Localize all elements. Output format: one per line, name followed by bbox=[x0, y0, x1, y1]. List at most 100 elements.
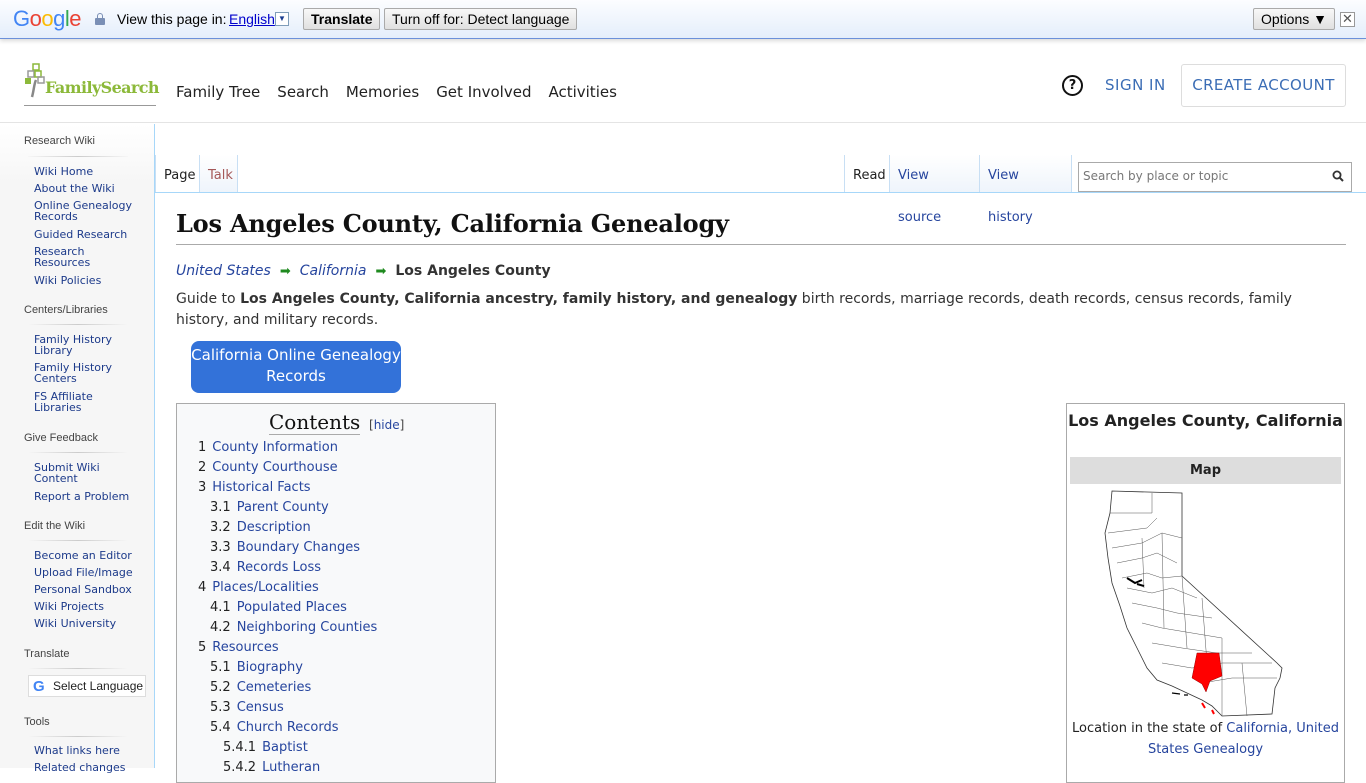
toc-entry-link[interactable]: Resources bbox=[212, 640, 278, 655]
sidebar-item-university[interactable]: Wiki University bbox=[34, 618, 144, 629]
sidebar-item-report-problem[interactable]: Report a Problem bbox=[34, 491, 144, 502]
toc-entry-link[interactable]: Church Records bbox=[237, 720, 339, 735]
language-dropdown-icon[interactable]: ▼ bbox=[275, 12, 289, 26]
sidebar-item-research-resources[interactable]: Research Resources bbox=[34, 246, 104, 268]
toc-entry-link[interactable]: Parent County bbox=[237, 500, 329, 515]
tab-view-history[interactable]: View history bbox=[980, 155, 1072, 225]
toc-entry-link[interactable]: Baptist bbox=[262, 740, 308, 755]
toc-entry[interactable]: 4 Places/Localities bbox=[198, 580, 319, 595]
google-g-icon: G bbox=[33, 678, 45, 695]
toc-entry[interactable]: 5.4.1 Baptist bbox=[223, 740, 308, 755]
intro-paragraph: Guide to Los Angeles County, California … bbox=[176, 289, 1341, 331]
toc-entry[interactable]: 4.1 Populated Places bbox=[210, 600, 347, 615]
breadcrumb-united-states[interactable]: United States bbox=[176, 263, 271, 279]
toc-entry-link[interactable]: Cemeteries bbox=[237, 680, 312, 695]
toc-entry[interactable]: 3 Historical Facts bbox=[198, 480, 311, 495]
california-map[interactable] bbox=[1102, 488, 1312, 718]
breadcrumb: United States ➡ California ➡ Los Angeles Cou… bbox=[176, 263, 551, 279]
create-account-button[interactable]: CREATE ACCOUNT bbox=[1181, 64, 1346, 107]
california-records-button[interactable]: California Online Genealogy Records bbox=[191, 341, 401, 393]
breadcrumb-california[interactable]: California bbox=[300, 263, 367, 279]
toc-entry-link[interactable]: Census bbox=[237, 700, 284, 715]
sidebar-item-guided-research[interactable]: Guided Research bbox=[34, 229, 144, 240]
select-language-dropdown[interactable]: G Select Language bbox=[28, 675, 146, 697]
nav-family-tree[interactable]: Family Tree bbox=[176, 83, 260, 101]
toc-entry-number: 2 bbox=[198, 460, 207, 475]
toc-entry[interactable]: 4.2 Neighboring Counties bbox=[210, 620, 377, 635]
intro-prefix: Guide to bbox=[176, 291, 241, 307]
toc-entry[interactable]: 3.1 Parent County bbox=[210, 500, 329, 515]
infobox-title: Los Angeles County, California bbox=[1068, 411, 1343, 430]
sidebar-item-fhc[interactable]: Family History Centers bbox=[34, 362, 119, 384]
sidebar-item-about-wiki[interactable]: About the Wiki bbox=[34, 183, 144, 194]
toc-hide-label[interactable]: hide bbox=[374, 418, 400, 432]
toc-entry-link[interactable]: Historical Facts bbox=[212, 480, 310, 495]
close-icon[interactable]: ✕ bbox=[1340, 12, 1355, 27]
toc-entry[interactable]: 1 County Information bbox=[198, 440, 338, 455]
toc-entry[interactable]: 5.3 Census bbox=[210, 700, 284, 715]
toc-entry[interactable]: 2 County Courthouse bbox=[198, 460, 338, 475]
toc-entry-link[interactable]: Populated Places bbox=[237, 600, 347, 615]
toc-entry-link[interactable]: County Courthouse bbox=[212, 460, 337, 475]
toc-entry-link[interactable]: County Information bbox=[212, 440, 338, 455]
nav-search[interactable]: Search bbox=[277, 83, 329, 101]
sidebar-item-affiliate[interactable]: FS Affiliate Libraries bbox=[34, 391, 104, 413]
toc-entry-link[interactable]: Description bbox=[237, 520, 311, 535]
arrow-right-icon: ➡ bbox=[375, 264, 387, 279]
translate-button[interactable]: Translate bbox=[303, 8, 381, 30]
divider bbox=[28, 736, 128, 737]
sign-in-link[interactable]: SIGN IN bbox=[1105, 76, 1166, 94]
toc-entry-number: 5.4.1 bbox=[223, 740, 257, 755]
toc-entry[interactable]: 3.2 Description bbox=[210, 520, 311, 535]
search-placeholder: Search by place or topic bbox=[1083, 169, 1229, 183]
intro-bold: Los Angeles County, California ancestry,… bbox=[240, 291, 798, 307]
google-logo: Google bbox=[13, 6, 82, 31]
search-input[interactable]: Search by place or topic bbox=[1078, 162, 1352, 192]
toc-entry[interactable]: 5.1 Biography bbox=[210, 660, 303, 675]
divider bbox=[28, 668, 128, 669]
sidebar-item-sandbox[interactable]: Personal Sandbox bbox=[34, 584, 144, 595]
nav-get-involved[interactable]: Get Involved bbox=[436, 83, 531, 101]
help-icon[interactable]: ? bbox=[1062, 75, 1083, 96]
toc-entry-number: 1 bbox=[198, 440, 207, 455]
toc-entry-number: 3.3 bbox=[210, 540, 231, 555]
options-button[interactable]: Options ▼ bbox=[1253, 8, 1335, 30]
sidebar-item-online-records[interactable]: Online Genealogy Records bbox=[34, 200, 134, 222]
toc-entry-number: 4.2 bbox=[210, 620, 231, 635]
sidebar-item-fhl[interactable]: Family History Library bbox=[34, 334, 119, 356]
sidebar-item-submit-content[interactable]: Submit Wiki Content bbox=[34, 462, 109, 484]
toc-entry-number: 5.3 bbox=[210, 700, 231, 715]
tab-read[interactable]: Read bbox=[844, 155, 890, 193]
toc-entry-number: 5.2 bbox=[210, 680, 231, 695]
tab-page[interactable]: Page bbox=[155, 155, 200, 193]
toc-entry[interactable]: 5.4 Church Records bbox=[210, 720, 339, 735]
toc-entry-link[interactable]: Places/Localities bbox=[212, 580, 319, 595]
toc-entry[interactable]: 3.4 Records Loss bbox=[210, 560, 321, 575]
sidebar-item-become-editor[interactable]: Become an Editor bbox=[34, 550, 144, 561]
nav-memories[interactable]: Memories bbox=[346, 83, 419, 101]
tab-view-source[interactable]: View source bbox=[890, 155, 980, 225]
sidebar-item-upload[interactable]: Upload File/Image bbox=[34, 567, 144, 578]
view-page-label: View this page in: bbox=[117, 11, 227, 27]
toc-entry-number: 3.4 bbox=[210, 560, 231, 575]
sidebar-item-projects[interactable]: Wiki Projects bbox=[34, 601, 144, 612]
toc-entry-link[interactable]: Neighboring Counties bbox=[237, 620, 378, 635]
nav-activities[interactable]: Activities bbox=[548, 83, 616, 101]
sidebar-item-wiki-home[interactable]: Wiki Home bbox=[34, 166, 144, 177]
toc-entry-link[interactable]: Records Loss bbox=[237, 560, 321, 575]
turn-off-button[interactable]: Turn off for: Detect language bbox=[384, 8, 578, 30]
toc-entry[interactable]: 3.3 Boundary Changes bbox=[210, 540, 360, 555]
tab-talk[interactable]: Talk bbox=[200, 155, 238, 193]
toc-hide-toggle[interactable]: [hide] bbox=[369, 418, 404, 432]
language-link[interactable]: English bbox=[229, 11, 275, 27]
toc-entry-link[interactable]: Boundary Changes bbox=[237, 540, 360, 555]
sidebar-item-wiki-policies[interactable]: Wiki Policies bbox=[34, 275, 144, 286]
familysearch-logo[interactable]: FamilySearch bbox=[24, 62, 160, 106]
county-infobox: Los Angeles County, California Map Locat… bbox=[1066, 403, 1345, 783]
toc-entry[interactable]: 5.2 Cemeteries bbox=[210, 680, 311, 695]
sidebar-item-what-links[interactable]: What links here bbox=[34, 745, 144, 756]
search-icon[interactable] bbox=[1332, 170, 1344, 182]
toc-entry[interactable]: 5 Resources bbox=[198, 640, 279, 655]
table-of-contents: Contents [hide] 1 County Information 2 Coun… bbox=[176, 403, 496, 783]
toc-entry-link[interactable]: Biography bbox=[237, 660, 303, 675]
